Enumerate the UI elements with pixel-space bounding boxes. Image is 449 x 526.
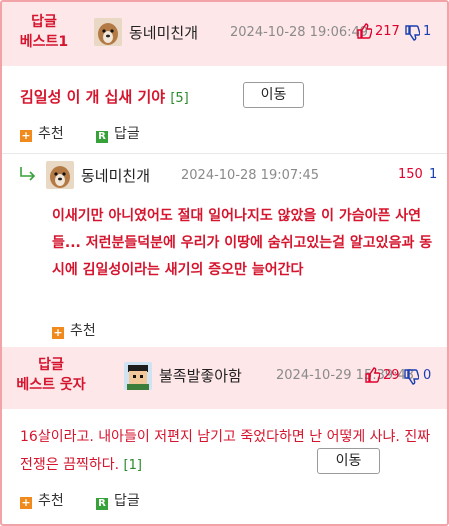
plus-icon: + xyxy=(20,496,32,509)
comment-down-count: 1 xyxy=(429,167,438,182)
avatar-dog[interactable] xyxy=(94,18,122,46)
rank-line-1: 답글 xyxy=(31,14,57,30)
recommend-label: 추천 xyxy=(70,323,96,339)
rank-line-1: 답글 xyxy=(38,357,64,373)
reply-r-icon: R xyxy=(96,131,108,143)
thumbs-up-icon[interactable] xyxy=(364,367,381,387)
avatar-dog[interactable] xyxy=(46,161,74,189)
thumbs-down-icon[interactable] xyxy=(404,25,421,45)
reply-button[interactable]: R 답글 xyxy=(96,123,140,143)
plus-icon: + xyxy=(20,129,32,142)
comment-recommend-button[interactable]: + 추천 xyxy=(52,320,96,340)
rank-line-2: 베스트 웃자 xyxy=(16,377,86,393)
best-rank-label: 답글베스트 웃자 xyxy=(16,355,86,395)
thumbs-down-icon[interactable] xyxy=(403,369,420,389)
best-replies-panel: 답글 베스트1 동네미친개 2024-10-28 19:06:49 217 1 김… xyxy=(0,0,449,526)
best-rank-label: 답글베스트1 xyxy=(12,12,76,52)
divider xyxy=(2,153,447,154)
move-button[interactable]: 이동 xyxy=(243,82,304,108)
comment-text: 이새기만 아니였어도 절대 일어나지도 않았을 이 가슴아픈 사연들... 저런… xyxy=(52,208,433,278)
post2-down-count: 0 xyxy=(423,368,432,383)
rank-line-2: 베스트1 xyxy=(19,34,69,50)
post-datetime: 2024-10-28 19:06:49 xyxy=(230,25,369,40)
comment-author[interactable]: 동네미친개 xyxy=(81,165,150,186)
reply-label: 답글 xyxy=(114,493,140,509)
post2-reply-count: [1] xyxy=(123,458,142,473)
comment-up-count: 150 xyxy=(398,167,423,182)
post-title[interactable]: 김일성 이 개 십새 기야 [5] xyxy=(20,86,189,107)
recommend-button[interactable]: + 추천 xyxy=(20,123,64,143)
post2-author[interactable]: 불족발좋아함 xyxy=(159,365,242,386)
post2-up-count: 29 xyxy=(383,368,400,383)
plus-icon: + xyxy=(52,326,64,339)
reply-r-icon: R xyxy=(96,498,108,510)
reply-arrow-icon xyxy=(18,166,38,186)
post-reply-count: [5] xyxy=(170,91,189,106)
recommend-label: 추천 xyxy=(38,493,64,509)
post-author[interactable]: 동네미친개 xyxy=(129,22,198,43)
recommend-button[interactable]: + 추천 xyxy=(20,490,64,510)
reply-label: 답글 xyxy=(114,126,140,142)
post-down-count: 1 xyxy=(423,24,432,39)
reply-button[interactable]: R 답글 xyxy=(96,490,140,510)
move-button[interactable]: 이동 xyxy=(317,448,380,474)
post-up-count: 217 xyxy=(375,24,400,39)
comment-datetime: 2024-10-28 19:07:45 xyxy=(181,168,320,183)
recommend-label: 추천 xyxy=(38,126,64,142)
avatar-pixel[interactable] xyxy=(124,362,152,390)
post-title-text[interactable]: 김일성 이 개 십새 기야 xyxy=(20,88,165,106)
thumbs-up-icon[interactable] xyxy=(356,23,373,43)
